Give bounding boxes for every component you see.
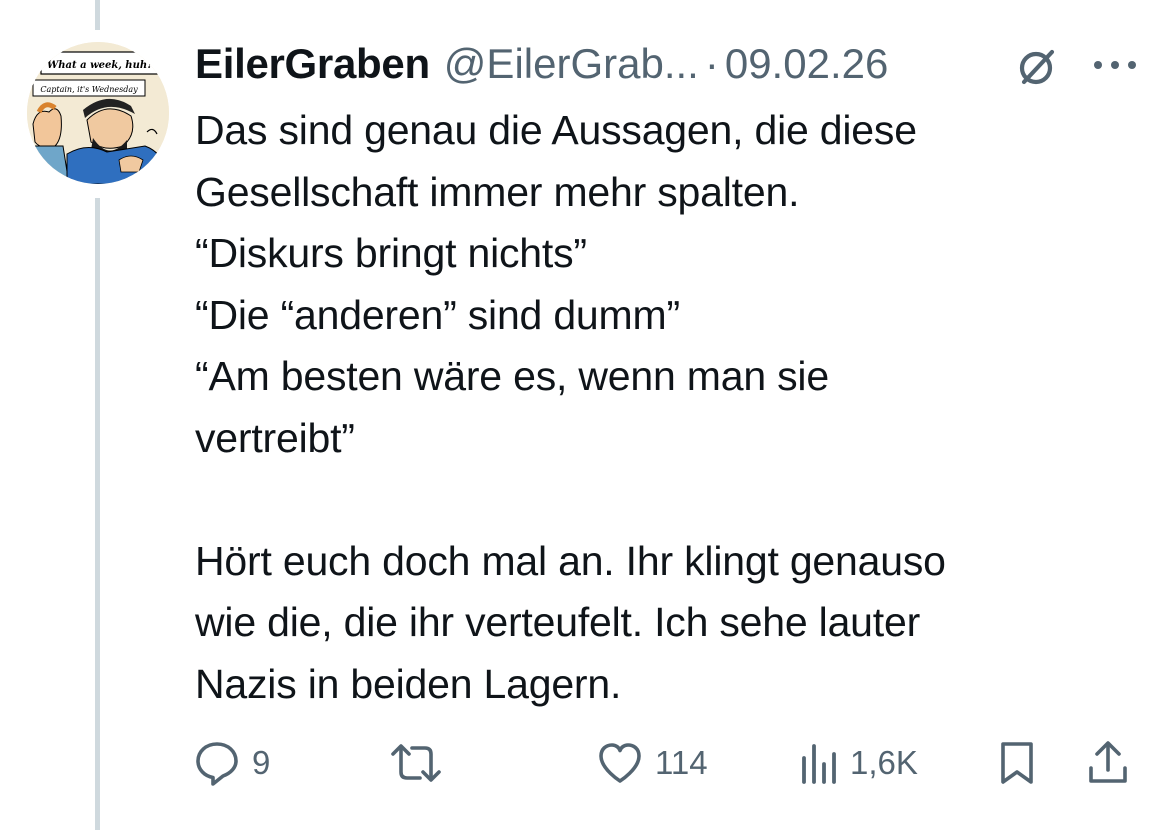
share-button[interactable]: [1085, 735, 1131, 791]
tweet-line: Das sind genau die Aussagen, die diese: [195, 107, 917, 153]
grok-button[interactable]: [1012, 42, 1062, 92]
tweet-line: Hört euch doch mal an. Ihr klingt genaus…: [195, 537, 946, 584]
avatar-caption-top: What a week, huh?: [47, 60, 153, 71]
tweet-line: “Diskurs bringt nichts”: [195, 230, 587, 276]
heart-icon: [599, 743, 641, 783]
share-icon: [1089, 741, 1127, 783]
tweet-text: Das sind genau die Aussagen, die diese G…: [195, 100, 1135, 715]
tweet-line: wie die, die ihr verteufelt. Ich sehe la…: [195, 599, 921, 645]
tweet-line: Gesellschaft immer mehr spalten.: [195, 168, 800, 215]
bookmark-button[interactable]: [995, 735, 1039, 791]
views-count: 1,6K: [850, 744, 918, 781]
views-icon: [802, 744, 836, 784]
separator: ·: [704, 40, 719, 87]
tweet-date[interactable]: 09.02.26: [725, 38, 889, 90]
tweet-line: vertreibt”: [195, 414, 355, 461]
action-bar: 9 114 1,6K: [190, 735, 1150, 791]
tweet-header: EilerGraben @EilerGrab... · 09.02.26: [195, 38, 888, 90]
reply-count: 9: [252, 744, 271, 781]
display-name[interactable]: EilerGraben: [195, 38, 430, 90]
views-button[interactable]: 1,6K: [798, 735, 918, 791]
like-button[interactable]: 114: [595, 735, 708, 791]
tweet-line: “Am besten wäre es, wenn man sie: [195, 353, 829, 399]
like-count: 114: [655, 744, 708, 781]
thread-line-bottom: [95, 198, 100, 830]
avatar-caption-bottom: Captain, it's Wednesday: [40, 85, 138, 94]
avatar[interactable]: What a week, huh? Captain, it's Wednesda…: [27, 42, 169, 184]
reply-button[interactable]: 9: [192, 735, 270, 791]
tweet-line: “Die “anderen” sind dumm”: [195, 291, 680, 338]
tweet: What a week, huh? Captain, it's Wednesda…: [0, 0, 1170, 830]
user-handle[interactable]: @EilerGrab...: [444, 38, 699, 90]
grok-icon: [1019, 49, 1055, 85]
more-icon: [1094, 61, 1136, 69]
thread-line-top: [95, 0, 100, 30]
tweet-line: Nazis in beiden Lagern.: [195, 660, 622, 707]
retweet-icon: [391, 744, 441, 782]
more-button[interactable]: [1088, 42, 1142, 88]
avatar-image: What a week, huh? Captain, it's Wednesda…: [27, 42, 169, 184]
bookmark-icon: [1001, 742, 1033, 784]
retweet-button[interactable]: [388, 735, 454, 791]
reply-icon: [196, 742, 238, 786]
